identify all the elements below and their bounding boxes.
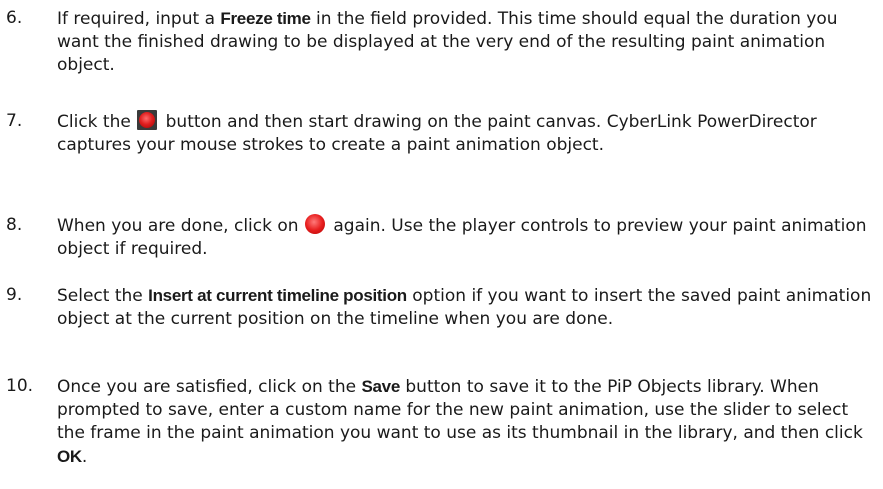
- step-number: 9.: [6, 285, 23, 305]
- step-text: Click the button and then start drawing …: [57, 110, 877, 157]
- freeze-time-term: Freeze time: [220, 9, 311, 28]
- step-text-segment: button and then start drawing on the pai…: [57, 112, 817, 155]
- step-number: 8.: [6, 215, 23, 235]
- record-button-icon: [137, 110, 158, 130]
- step-text: When you are done, click on again. Use t…: [57, 214, 877, 261]
- step-number: 7.: [6, 111, 23, 131]
- step-text-segment: Once you are satisfied, click on the: [57, 377, 362, 397]
- insert-option-term: Insert at current timeline position: [148, 286, 407, 305]
- stop-record-button-icon: [304, 214, 325, 234]
- step-text: Once you are satisfied, click on the Sav…: [57, 375, 877, 469]
- step-text-segment: Click the: [57, 112, 137, 132]
- step-text: Select the Insert at current timeline po…: [57, 284, 877, 331]
- save-term: Save: [361, 377, 400, 396]
- step-number: 10.: [6, 376, 34, 396]
- step-text-segment: When you are done, click on: [57, 216, 304, 236]
- step-number: 6.: [6, 8, 23, 28]
- step-text-segment: .: [81, 447, 88, 467]
- step-text: If required, input a Freeze time in the …: [57, 7, 877, 77]
- step-text-segment: If required, input a: [57, 9, 221, 29]
- ok-term: OK: [57, 447, 82, 466]
- step-text-segment: Select the: [57, 286, 149, 306]
